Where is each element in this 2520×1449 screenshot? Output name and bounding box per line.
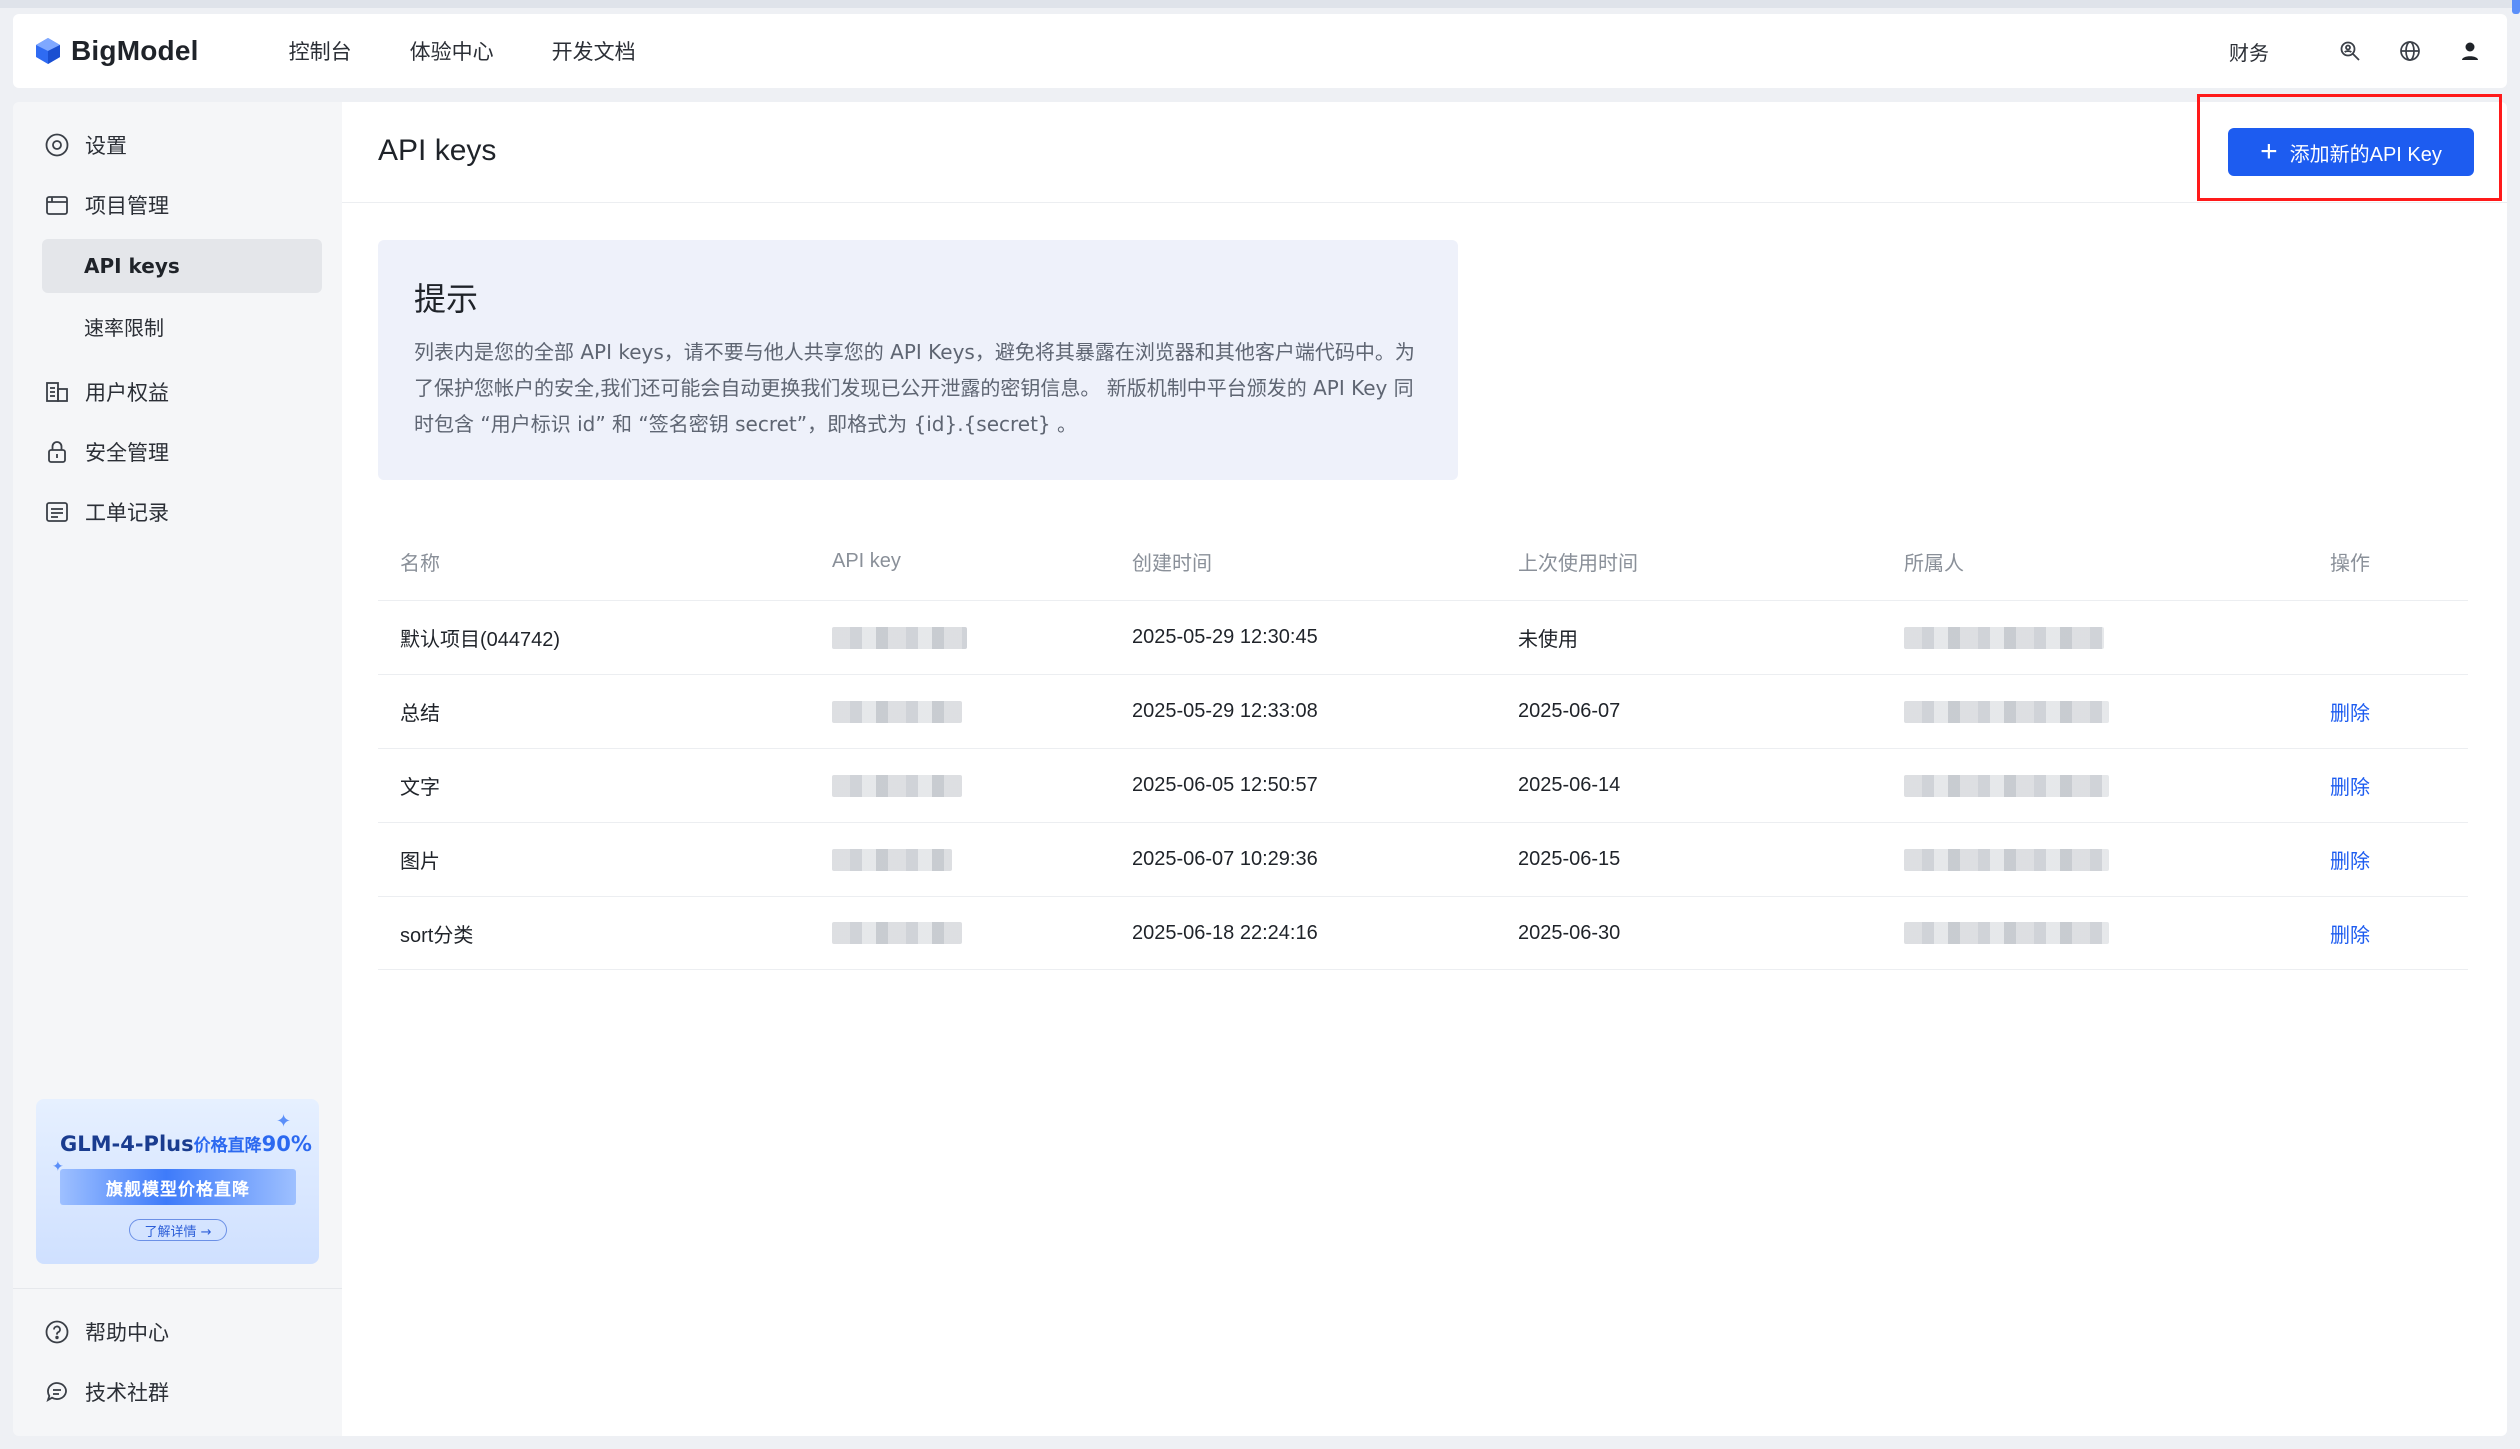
- page-title: API keys: [378, 134, 497, 167]
- finance-link[interactable]: 财务: [2229, 37, 2269, 66]
- sidebar-item-label: 工单记录: [85, 501, 169, 525]
- row-last-used: 2025-06-14: [1518, 774, 1621, 796]
- bigmodel-logo-icon: [36, 38, 60, 64]
- row-name: sort分类: [400, 924, 474, 947]
- promo-learn-more-button[interactable]: 了解详情 →: [129, 1219, 227, 1241]
- globe-icon[interactable]: [2397, 38, 2423, 64]
- row-created: 2025-05-29 12:33:08: [1132, 700, 1318, 722]
- nav-experience-center[interactable]: 体验中心: [410, 36, 494, 66]
- table-row: 总结 2025-05-29 12:33:08 2025-06-07 删除: [378, 674, 2468, 748]
- row-owner-redacted: [1904, 601, 2104, 674]
- header-created: 创建时间: [1132, 552, 1212, 575]
- lock-icon: [43, 438, 71, 466]
- promo-percent: 90%: [261, 1132, 312, 1156]
- row-delete-link[interactable]: 删除: [2330, 749, 2370, 822]
- ticket-icon: [43, 498, 71, 526]
- row-delete-link[interactable]: 删除: [2330, 823, 2370, 896]
- scrollbar-thumb[interactable]: [2512, 0, 2520, 14]
- sidebar-item-settings[interactable]: 设置: [43, 123, 127, 167]
- promo-model: GLM-4-Plus: [60, 1132, 194, 1156]
- row-created: 2025-06-07 10:29:36: [1132, 848, 1318, 870]
- search-person-icon[interactable]: [2337, 38, 2363, 64]
- table-header: 名称 API key 创建时间 上次使用时间 所属人 操作: [378, 522, 2468, 600]
- logo[interactable]: BigModel: [33, 35, 199, 67]
- promo-subtitle: 旗舰模型价格直降: [60, 1169, 296, 1205]
- sidebar-item-label: 设置: [85, 134, 127, 158]
- sidebar-item-project-management[interactable]: 项目管理: [43, 183, 169, 227]
- nav-console[interactable]: 控制台: [289, 36, 352, 66]
- header-name: 名称: [400, 552, 440, 575]
- row-owner-redacted: [1904, 749, 2109, 822]
- table-row: sort分类 2025-06-18 22:24:16 2025-06-30 删除: [378, 896, 2468, 970]
- folder-icon: [43, 191, 71, 219]
- benefits-icon: [43, 378, 71, 406]
- logo-text: BigModel: [71, 35, 199, 66]
- tip-box: 提示 列表内是您的全部 API keys，请不要与他人共享您的 API Keys…: [378, 240, 1458, 480]
- top-nav: 控制台 体验中心 开发文档: [289, 36, 694, 66]
- row-last-used: 2025-06-15: [1518, 848, 1621, 870]
- promo-banner[interactable]: ✦ ✦ GLM-4-Plus价格直降90% 旗舰模型价格直降 了解详情 →: [36, 1099, 319, 1264]
- row-created: 2025-06-05 12:50:57: [1132, 774, 1318, 796]
- row-name: 文字: [400, 777, 440, 799]
- header-api-key: API key: [832, 549, 901, 572]
- sidebar-item-label: 技术社群: [85, 1381, 169, 1405]
- user-icon[interactable]: [2457, 38, 2483, 64]
- header-actions: 财务: [2229, 37, 2483, 66]
- row-api-key-redacted: [832, 897, 962, 969]
- row-created: 2025-05-29 12:30:45: [1132, 626, 1318, 648]
- row-api-key-redacted: [832, 749, 962, 822]
- table-row: 文字 2025-06-05 12:50:57 2025-06-14 删除: [378, 748, 2468, 822]
- table-row: 图片 2025-06-07 10:29:36 2025-06-15 删除: [378, 822, 2468, 896]
- api-keys-table: 名称 API key 创建时间 上次使用时间 所属人 操作 默认项目(04474…: [378, 522, 2468, 970]
- row-owner-redacted: [1904, 823, 2109, 896]
- sidebar: 设置 项目管理 API keys 速率限制 用户权益 安全管理 工单记录 ✦ ✦…: [13, 102, 342, 1436]
- table-row: 默认项目(044742) 2025-05-29 12:30:45 未使用: [378, 600, 2468, 674]
- row-name: 图片: [400, 851, 440, 873]
- nav-dev-docs[interactable]: 开发文档: [552, 36, 636, 66]
- settings-icon: [43, 131, 71, 159]
- sidebar-item-help-center[interactable]: 帮助中心: [43, 1310, 169, 1354]
- row-name: 总结: [400, 703, 440, 725]
- sidebar-item-label: 安全管理: [85, 441, 169, 465]
- sidebar-item-community[interactable]: 技术社群: [43, 1370, 169, 1414]
- row-api-key-redacted: [832, 601, 967, 674]
- header-owner: 所属人: [1904, 552, 1964, 575]
- row-owner-redacted: [1904, 897, 2109, 969]
- row-delete-link[interactable]: 删除: [2330, 675, 2370, 748]
- tip-title: 提示: [414, 280, 479, 318]
- row-created: 2025-06-18 22:24:16: [1132, 921, 1318, 944]
- top-header: BigModel 控制台 体验中心 开发文档 财务: [13, 14, 2507, 88]
- header-last-used: 上次使用时间: [1518, 552, 1638, 575]
- row-last-used: 2025-06-07: [1518, 700, 1621, 722]
- sidebar-item-label: 帮助中心: [85, 1321, 169, 1345]
- row-delete-link[interactable]: 删除: [2330, 897, 2370, 969]
- promo-title: GLM-4-Plus价格直降90%: [60, 1131, 312, 1156]
- sidebar-item-tickets[interactable]: 工单记录: [43, 490, 169, 534]
- row-owner-redacted: [1904, 675, 2109, 748]
- help-icon: [43, 1318, 71, 1346]
- sidebar-item-rate-limit[interactable]: 速率限制: [42, 299, 322, 353]
- tip-body: 列表内是您的全部 API keys，请不要与他人共享您的 API Keys，避免…: [414, 340, 1415, 436]
- promo-title-text: 价格直降: [193, 1136, 262, 1156]
- row-last-used: 未使用: [1518, 629, 1578, 651]
- sidebar-item-label: 用户权益: [85, 381, 169, 405]
- sidebar-item-api-keys[interactable]: API keys: [42, 239, 322, 293]
- row-api-key-redacted: [832, 675, 962, 748]
- row-api-key-redacted: [832, 823, 952, 896]
- sidebar-item-label: 项目管理: [85, 194, 169, 218]
- header-actions: 操作: [2330, 552, 2370, 575]
- sidebar-item-user-benefits[interactable]: 用户权益: [43, 370, 169, 414]
- title-divider: [342, 202, 2507, 203]
- row-name: 默认项目(044742): [400, 629, 561, 651]
- row-last-used: 2025-06-30: [1518, 921, 1621, 944]
- sparkle-icon: ✦: [276, 1111, 292, 1132]
- sidebar-item-security[interactable]: 安全管理: [43, 430, 169, 474]
- sidebar-divider: [13, 1288, 342, 1289]
- browser-top-edge: [0, 0, 2520, 8]
- chat-icon: [43, 1378, 71, 1406]
- annotation-highlight-box: [2197, 94, 2502, 201]
- main-content: API keys + 添加新的API Key 提示 列表内是您的全部 API k…: [342, 94, 2507, 1436]
